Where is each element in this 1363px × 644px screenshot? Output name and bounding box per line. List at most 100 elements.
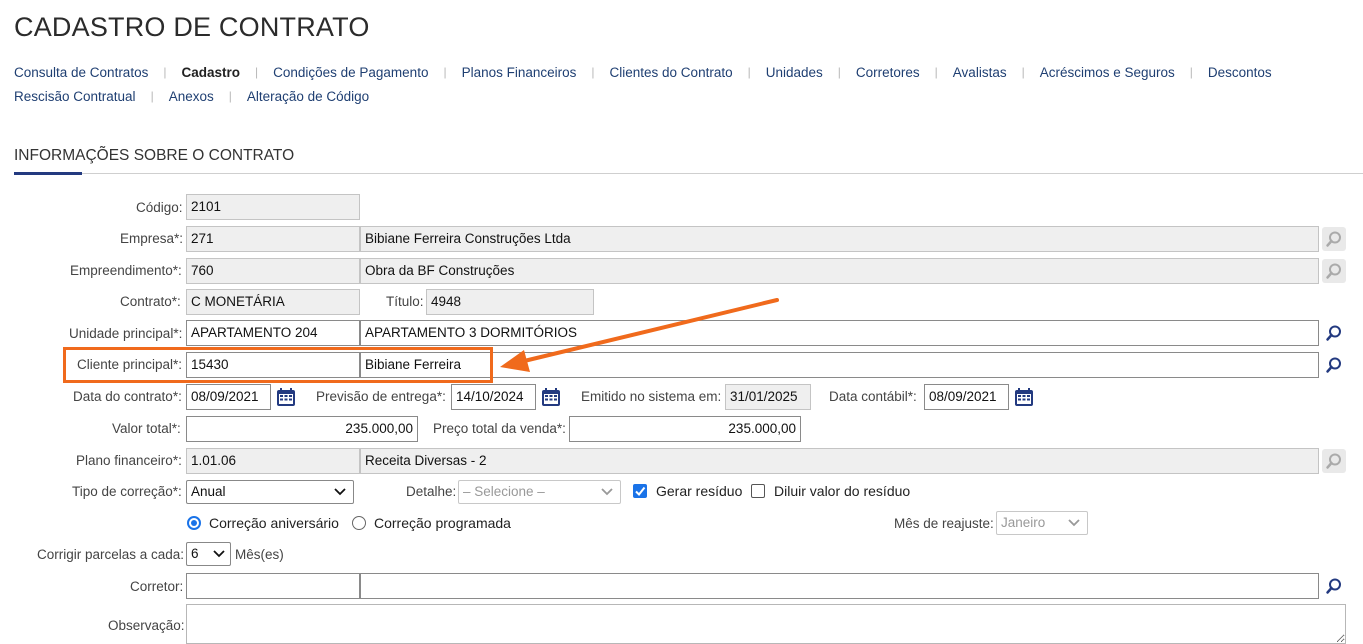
mes-reajuste-label: Mês de reajuste: [894, 516, 994, 531]
calendar-icon[interactable] [541, 387, 561, 407]
chevron-down-icon [601, 488, 613, 496]
titulo-label: Título: [386, 294, 424, 309]
data-contrato-label: Data do contrato*: [73, 389, 182, 404]
valor-total-field[interactable]: 235.000,00 [186, 416, 418, 442]
tab-unidades[interactable]: Unidades [766, 65, 823, 80]
annotation-arrow [500, 298, 779, 372]
tab-consulta-contratos[interactable]: Consulta de Contratos [14, 65, 148, 80]
empreendimento-label: Empreendimento*: [70, 263, 182, 278]
chevron-down-icon [334, 488, 346, 496]
detalhe-placeholder: – Selecione – [463, 484, 545, 499]
tab-separator: | [591, 65, 595, 79]
tab-acrescimos-seguros[interactable]: Acréscimos e Seguros [1040, 65, 1175, 80]
tab-row-1: Consulta de Contratos | Cadastro | Condi… [14, 60, 1354, 84]
tab-separator: | [228, 89, 232, 103]
correcao-programada-radio[interactable] [352, 516, 366, 530]
codigo-field: 2101 [186, 194, 360, 220]
tab-separator: | [747, 65, 751, 79]
valor-total-label: Valor total*: [112, 421, 181, 436]
data-contabil-field[interactable]: 08/09/2021 [924, 384, 1009, 410]
corretor-name-field[interactable] [360, 573, 1319, 599]
empreendimento-name-field: Obra da BF Construções [360, 258, 1319, 284]
observacao-textarea[interactable] [186, 604, 1346, 644]
correcao-aniversario-radio[interactable] [187, 516, 201, 530]
detalhe-label: Detalhe: [406, 484, 457, 499]
tab-condicoes-pagamento[interactable]: Condições de Pagamento [273, 65, 428, 80]
gerar-residuo-checkbox[interactable] [633, 484, 647, 498]
cliente-search-icon[interactable] [1322, 353, 1346, 377]
tab-separator: | [1021, 65, 1025, 79]
section-divider [14, 173, 1363, 174]
plano-search-icon [1322, 449, 1346, 473]
empresa-name-field: Bibiane Ferreira Construções Ltda [360, 226, 1319, 252]
contrato-field: C MONETÁRIA [186, 289, 360, 315]
previsao-label: Previsão de entrega*: [316, 389, 446, 404]
section-underline [14, 172, 82, 175]
tab-separator: | [254, 65, 259, 79]
tab-descontos[interactable]: Descontos [1208, 65, 1272, 80]
empresa-search-icon [1322, 227, 1346, 251]
tab-planos-financeiros[interactable]: Planos Financeiros [462, 65, 577, 80]
gerar-residuo-label: Gerar resíduo [656, 483, 743, 499]
unidade-label: Unidade principal*: [69, 326, 183, 341]
plano-name-field: Receita Diversas - 2 [360, 448, 1319, 474]
chevron-down-icon [1068, 519, 1080, 527]
corretor-code-field[interactable] [186, 573, 360, 599]
tab-cadastro[interactable]: Cadastro [181, 65, 240, 80]
tipo-correcao-select[interactable]: Anual [186, 480, 354, 504]
preco-total-label: Preço total da venda*: [433, 421, 566, 436]
tab-anexos[interactable]: Anexos [169, 89, 214, 104]
empreendimento-search-icon [1322, 259, 1346, 283]
page-title: CADASTRO DE CONTRATO [14, 12, 370, 42]
calendar-icon[interactable] [1014, 387, 1034, 407]
tab-separator: | [163, 65, 167, 79]
tab-separator: | [443, 65, 447, 79]
emitido-field: 31/01/2025 [725, 384, 811, 410]
tab-clientes-contrato[interactable]: Clientes do Contrato [610, 65, 733, 80]
detalhe-select[interactable]: – Selecione – [458, 480, 621, 504]
unidade-search-icon[interactable] [1322, 321, 1346, 345]
empreendimento-code-field: 760 [186, 258, 360, 284]
codigo-label: Código: [136, 200, 183, 215]
checkmark-icon [635, 486, 646, 497]
tab-separator: | [1189, 65, 1193, 79]
tab-separator: | [837, 65, 841, 79]
tab-avalistas[interactable]: Avalistas [953, 65, 1007, 80]
corrigir-select[interactable]: 6 [186, 542, 231, 566]
tab-bar: Consulta de Contratos | Cadastro | Condi… [14, 60, 1354, 108]
plano-label: Plano financeiro*: [76, 453, 182, 468]
observacao-label: Observação: [108, 618, 185, 633]
contrato-label: Contrato*: [120, 294, 181, 309]
emitido-label: Emitido no sistema em: [581, 389, 722, 404]
section-title: INFORMAÇÕES SOBRE O CONTRATO [14, 147, 295, 164]
calendar-icon[interactable] [276, 387, 296, 407]
data-contrato-field[interactable]: 08/09/2021 [186, 384, 271, 410]
diluir-residuo-checkbox[interactable] [751, 484, 765, 498]
tipo-correcao-label: Tipo de correção*: [72, 484, 182, 499]
mes-reajuste-value: Janeiro [1001, 515, 1046, 530]
mes-reajuste-select[interactable]: Janeiro [996, 511, 1088, 535]
tab-corretores[interactable]: Corretores [856, 65, 920, 80]
corretor-label: Corretor: [130, 579, 184, 594]
tab-separator: | [150, 89, 154, 103]
tab-rescisao-contratual[interactable]: Rescisão Contratual [14, 89, 136, 104]
data-contabil-label: Data contábil*: [829, 389, 917, 404]
diluir-residuo-label: Diluir valor do resíduo [774, 483, 911, 499]
plano-code-field: 1.01.06 [186, 448, 360, 474]
preco-total-field[interactable]: 235.000,00 [569, 416, 801, 442]
tab-separator: | [934, 65, 938, 79]
chevron-down-icon [213, 550, 225, 558]
corrigir-unit: Mês(es) [235, 547, 284, 562]
correcao-aniversario-label: Correção aniversário [209, 515, 339, 531]
corretor-search-icon[interactable] [1322, 574, 1346, 598]
highlight-box [63, 347, 493, 383]
unidade-code-field[interactable]: APARTAMENTO 204 [186, 320, 360, 346]
empresa-code-field: 271 [186, 226, 360, 252]
tab-alteracao-codigo[interactable]: Alteração de Código [247, 89, 369, 104]
corrigir-value: 6 [191, 546, 199, 561]
previsao-field[interactable]: 14/10/2024 [451, 384, 536, 410]
tab-row-2: Rescisão Contratual | Anexos | Alteração… [14, 84, 1354, 108]
corrigir-label: Corrigir parcelas a cada: [37, 547, 185, 562]
tipo-correcao-value: Anual [191, 484, 226, 499]
correcao-programada-label: Correção programada [374, 515, 511, 531]
